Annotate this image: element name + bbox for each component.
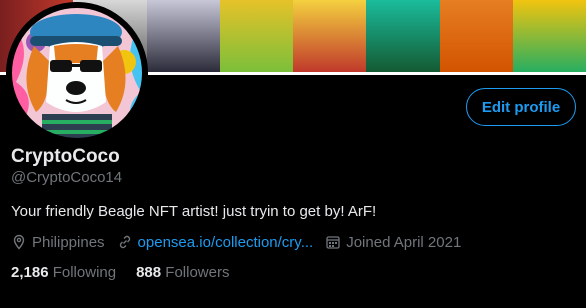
banner-panel bbox=[512, 0, 586, 72]
following-count: 2,186 bbox=[11, 264, 53, 281]
joined-text: Joined April 2021 bbox=[346, 233, 462, 251]
banner-panel bbox=[219, 0, 293, 72]
banner-panel bbox=[366, 0, 440, 72]
banner-panel bbox=[146, 0, 220, 72]
location-text: Philippines bbox=[32, 233, 105, 251]
avatar[interactable] bbox=[6, 2, 148, 144]
followers-count: 888 bbox=[136, 264, 166, 281]
handle: @CryptoCoco14 bbox=[11, 169, 123, 186]
calendar-icon bbox=[326, 236, 340, 249]
followers-link[interactable]: 888 Followers bbox=[136, 264, 229, 281]
followers-label: Followers bbox=[165, 264, 230, 281]
joined-date: Joined April 2021 bbox=[325, 234, 461, 251]
location-pin-icon bbox=[13, 234, 25, 250]
bio: Your friendly Beagle NFT artist! just tr… bbox=[11, 203, 377, 220]
website-link[interactable]: opensea.io/collection/cry... bbox=[138, 234, 314, 251]
profile-meta: Philippines opensea.io/collection/cry...… bbox=[11, 232, 473, 252]
banner-panel bbox=[439, 0, 513, 72]
location: Philippines bbox=[11, 234, 105, 251]
banner-panel bbox=[293, 0, 367, 72]
beagle-avatar-image bbox=[6, 2, 148, 144]
link-icon bbox=[119, 235, 130, 249]
following-label: Following bbox=[52, 264, 117, 281]
following-link[interactable]: 2,186 Following bbox=[11, 264, 116, 281]
edit-profile-button[interactable]: Edit profile bbox=[466, 88, 576, 126]
website[interactable]: opensea.io/collection/cry... bbox=[117, 234, 314, 251]
display-name: CryptoCoco bbox=[11, 146, 120, 167]
follow-stats: 2,186 Following 888 Followers bbox=[11, 264, 249, 281]
